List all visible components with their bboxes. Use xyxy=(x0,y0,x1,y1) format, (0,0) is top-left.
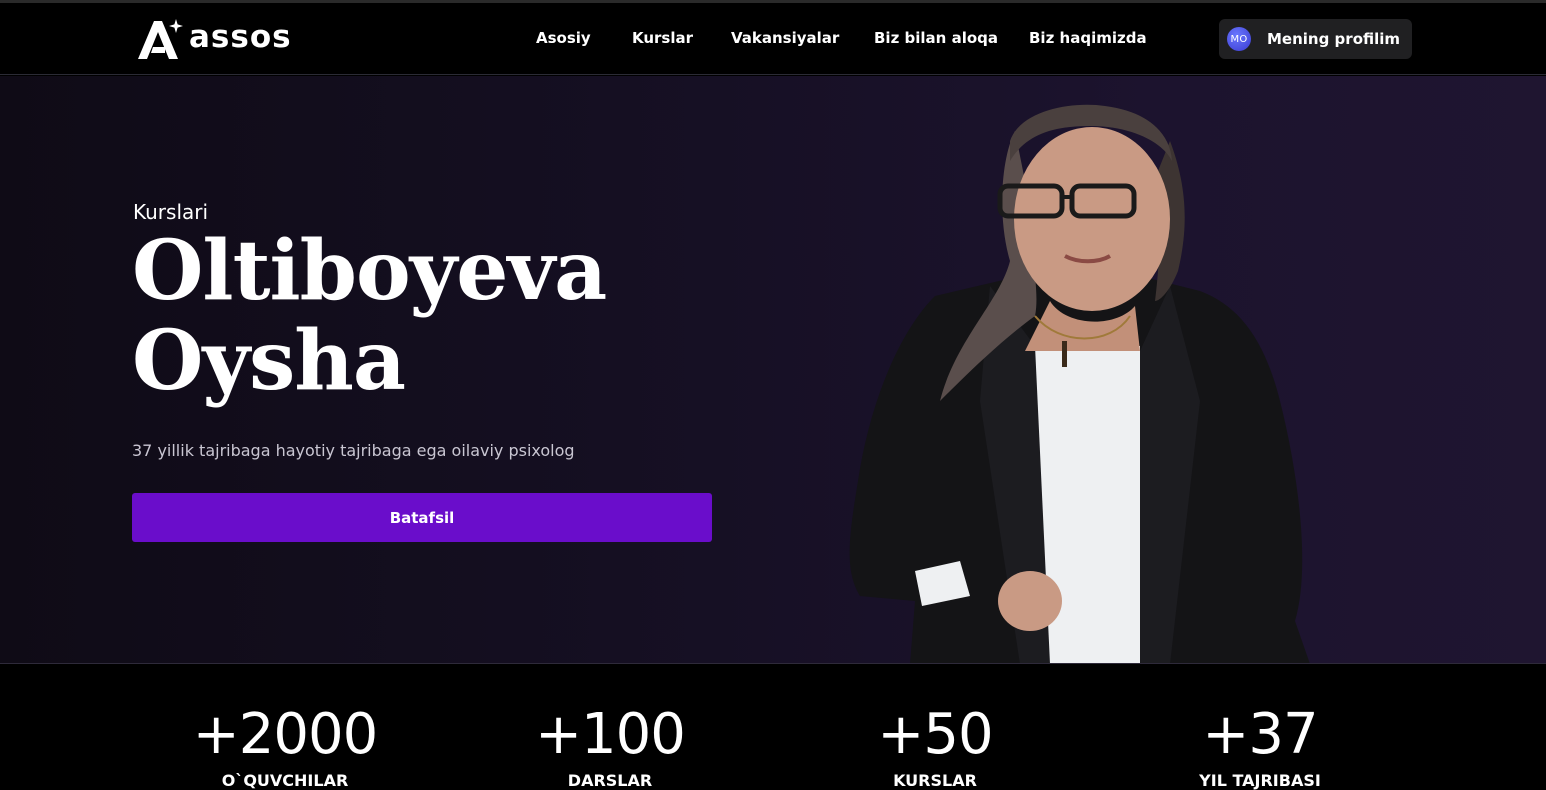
hero-title: Oltiboyeva Oysha xyxy=(132,226,752,406)
stat-label: DARSLAR xyxy=(567,771,653,790)
stat-students: +2000 O`QUVCHILAR xyxy=(155,705,415,790)
brand-logo[interactable]: assos xyxy=(135,17,292,61)
nav-item-asosiy[interactable]: Asosiy xyxy=(536,29,591,47)
navbar: assos Asosiy Kurslar Vakansiyalar Biz bi… xyxy=(0,3,1546,75)
stats-section: +2000 O`QUVCHILAR +100 DARSLAR +50 KURSL… xyxy=(0,665,1546,790)
stat-value: +37 xyxy=(1202,702,1318,767)
stat-experience: +37 YIL TAJRIBASI xyxy=(1130,705,1390,790)
stat-lessons: +100 DARSLAR xyxy=(480,705,740,790)
hero-section: Kurslari Oltiboyeva Oysha 37 yillik tajr… xyxy=(0,76,1546,664)
hero-title-line-1: Oltiboyeva xyxy=(132,223,607,319)
stat-value: +50 xyxy=(877,702,993,767)
brand-name: assos xyxy=(189,19,292,55)
batafsil-button[interactable]: Batafsil xyxy=(132,493,712,542)
person-portrait-icon xyxy=(849,104,1310,663)
hero-eyebrow: Kurslari xyxy=(133,200,209,224)
nav-item-biz-haqimizda[interactable]: Biz haqimizda xyxy=(1029,29,1147,47)
hero-title-line-2: Oysha xyxy=(132,313,406,409)
nav-item-biz-bilan-aloqa[interactable]: Biz bilan aloqa xyxy=(874,29,998,47)
nav-item-kurslar[interactable]: Kurslar xyxy=(632,29,693,47)
avatar: MO xyxy=(1227,27,1251,51)
stat-value: +2000 xyxy=(192,702,378,767)
stat-label: KURSLAR xyxy=(893,771,977,790)
profile-button[interactable]: MO Mening profilim xyxy=(1219,19,1412,59)
nav-item-vakansiyalar[interactable]: Vakansiyalar xyxy=(731,29,839,47)
profile-label: Mening profilim xyxy=(1267,30,1401,48)
hero-subtitle: 37 yillik tajribaga hayotiy tajribaga eg… xyxy=(132,441,575,460)
stat-courses: +50 KURSLAR xyxy=(805,705,1065,790)
stat-label: YIL TAJRIBASI xyxy=(1199,771,1321,790)
stat-value: +100 xyxy=(535,702,686,767)
logo-mark-icon xyxy=(138,19,183,59)
stat-label: O`QUVCHILAR xyxy=(221,771,349,790)
